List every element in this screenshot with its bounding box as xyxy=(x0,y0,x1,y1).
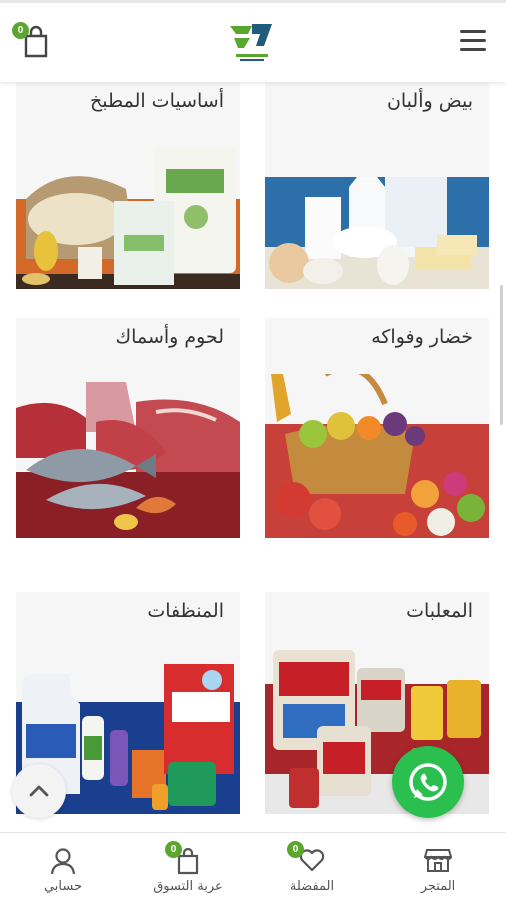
dairy-eggs-photo xyxy=(265,177,489,289)
category-card-kitchen[interactable]: أساسيات المطبخ xyxy=(16,82,240,289)
category-card-meat-fish[interactable]: لحوم وأسماك xyxy=(16,318,240,538)
favorites-count-badge: 0 xyxy=(287,841,304,858)
category-title: لحوم وأسماك xyxy=(115,326,224,348)
category-card-produce[interactable]: خضار وفواكه xyxy=(265,318,489,538)
category-title: أساسيات المطبخ xyxy=(90,90,224,112)
bottom-navigation: المتجر 0 المفضلة 0 عربة التسوق حسابي xyxy=(0,832,506,900)
category-card-dairy[interactable]: بيض وألبان xyxy=(265,82,489,289)
fruits-vegetables-photo xyxy=(265,374,489,538)
nav-cart-label: عربة التسوق xyxy=(153,879,223,894)
nav-account[interactable]: حسابي xyxy=(0,833,126,900)
cart-count-badge: 0 xyxy=(165,841,182,858)
category-title: خضار وفواكه xyxy=(371,326,473,348)
hamburger-icon xyxy=(460,30,486,33)
top-app-bar: 0 xyxy=(0,0,506,82)
cart-button[interactable]: 0 xyxy=(12,22,52,60)
whatsapp-icon xyxy=(409,763,447,801)
user-icon xyxy=(50,848,76,875)
nav-store[interactable]: المتجر xyxy=(375,833,501,900)
hamburger-icon-line xyxy=(460,39,486,42)
category-title: المعلبات xyxy=(406,600,473,622)
menu-button[interactable] xyxy=(460,30,486,52)
hamburger-icon-line xyxy=(460,48,486,51)
kitchen-staples-photo xyxy=(16,139,240,289)
scrollbar[interactable] xyxy=(500,285,503,425)
store-icon xyxy=(424,849,452,872)
nav-account-label: حسابي xyxy=(43,879,83,894)
whatsapp-button[interactable] xyxy=(392,746,464,818)
meat-fish-photo xyxy=(16,382,240,538)
category-title: المنظفات xyxy=(147,600,224,622)
status-divider xyxy=(0,0,506,3)
cart-count-badge: 0 xyxy=(12,22,29,39)
scroll-to-top-button[interactable] xyxy=(12,764,66,818)
category-grid: بيض وألبان أساسيات المطبخ خضار وفواكه لح… xyxy=(0,82,506,832)
nav-cart[interactable]: 0 عربة التسوق xyxy=(125,833,251,900)
nav-favorites[interactable]: 0 المفضلة xyxy=(249,833,375,900)
category-title: بيض وألبان xyxy=(386,90,473,112)
nav-favorites-label: المفضلة xyxy=(289,879,335,894)
chevron-up-icon xyxy=(29,785,49,797)
nav-store-label: المتجر xyxy=(420,879,456,894)
brand-logo[interactable] xyxy=(222,16,282,66)
